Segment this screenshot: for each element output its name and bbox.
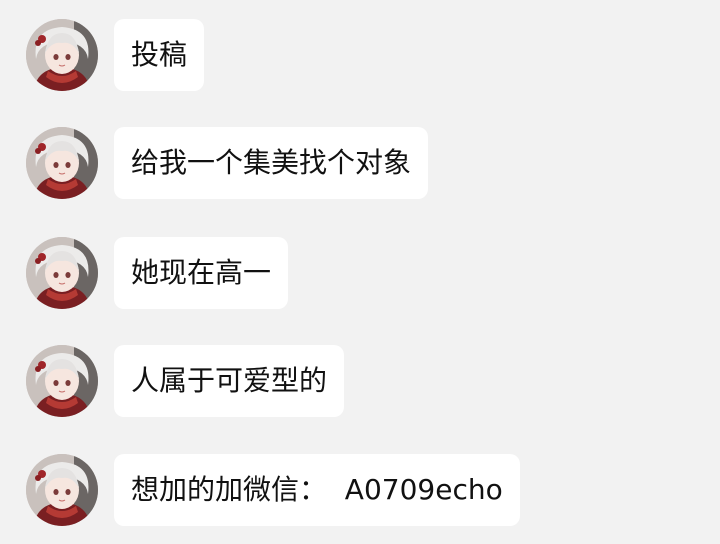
message-row: 她现在高一	[0, 233, 720, 313]
message-bubble[interactable]: 投稿	[114, 19, 205, 91]
chat-message-list: 投稿 给我一个集美找个对象 她现在高一 人属于可爱型的 想加的加微信： A070…	[0, 0, 720, 544]
message-bubble[interactable]: 想加的加微信： A0709echo	[114, 454, 520, 526]
message-row: 人属于可爱型的	[0, 341, 720, 421]
anime-girl-avatar-icon[interactable]	[26, 454, 98, 526]
message-row: 想加的加微信： A0709echo	[0, 450, 720, 530]
message-bubble[interactable]: 人属于可爱型的	[114, 345, 345, 417]
message-row: 投稿	[0, 15, 720, 95]
message-row: 给我一个集美找个对象	[0, 123, 720, 203]
anime-girl-avatar-icon[interactable]	[26, 345, 98, 417]
anime-girl-avatar-icon[interactable]	[26, 237, 98, 309]
message-bubble[interactable]: 给我一个集美找个对象	[114, 127, 429, 199]
anime-girl-avatar-icon[interactable]	[26, 127, 98, 199]
anime-girl-avatar-icon[interactable]	[26, 19, 98, 91]
message-bubble[interactable]: 她现在高一	[114, 237, 289, 309]
